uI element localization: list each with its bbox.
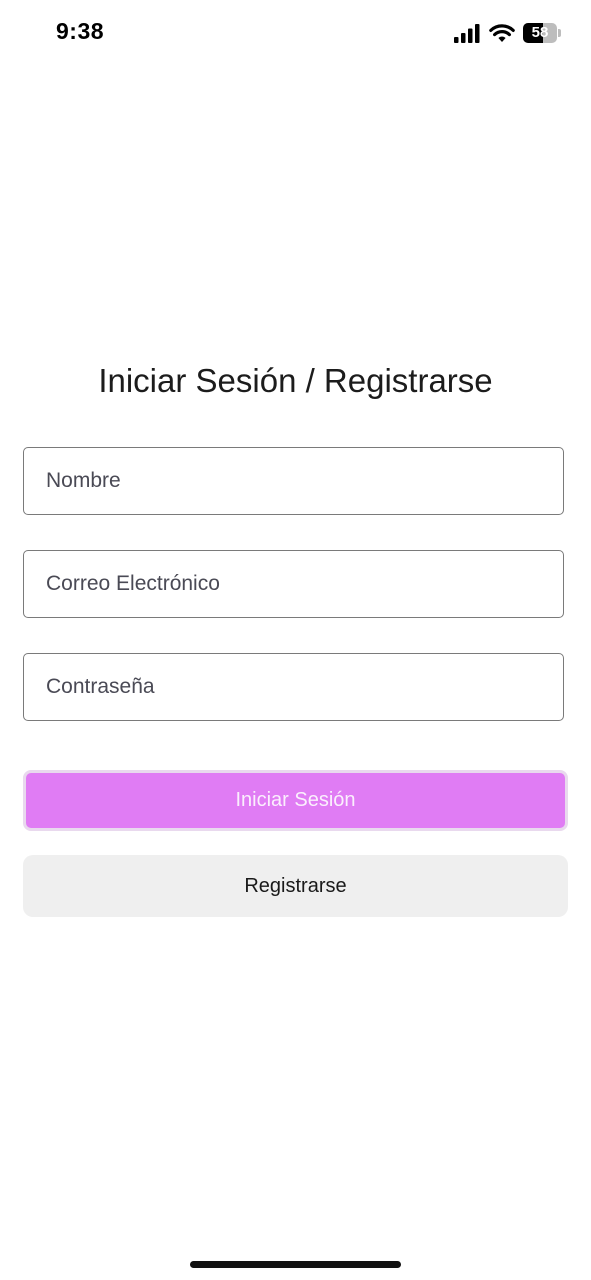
status-bar: 9:38 58 — [0, 0, 591, 66]
home-indicator[interactable] — [190, 1261, 401, 1268]
name-field[interactable] — [23, 447, 564, 515]
battery-icon: 58 — [523, 23, 561, 43]
login-button[interactable]: Iniciar Sesión — [23, 770, 568, 831]
password-field[interactable] — [23, 653, 564, 721]
register-button[interactable]: Registrarse — [23, 855, 568, 917]
battery-level: 58 — [531, 24, 549, 41]
email-field[interactable] — [23, 550, 564, 618]
signal-icon — [454, 24, 480, 43]
status-icons: 58 — [453, 20, 561, 46]
wifi-icon — [489, 24, 515, 42]
page-title: Iniciar Sesión / Registrarse — [98, 362, 493, 399]
status-time: 9:38 — [56, 18, 105, 44]
